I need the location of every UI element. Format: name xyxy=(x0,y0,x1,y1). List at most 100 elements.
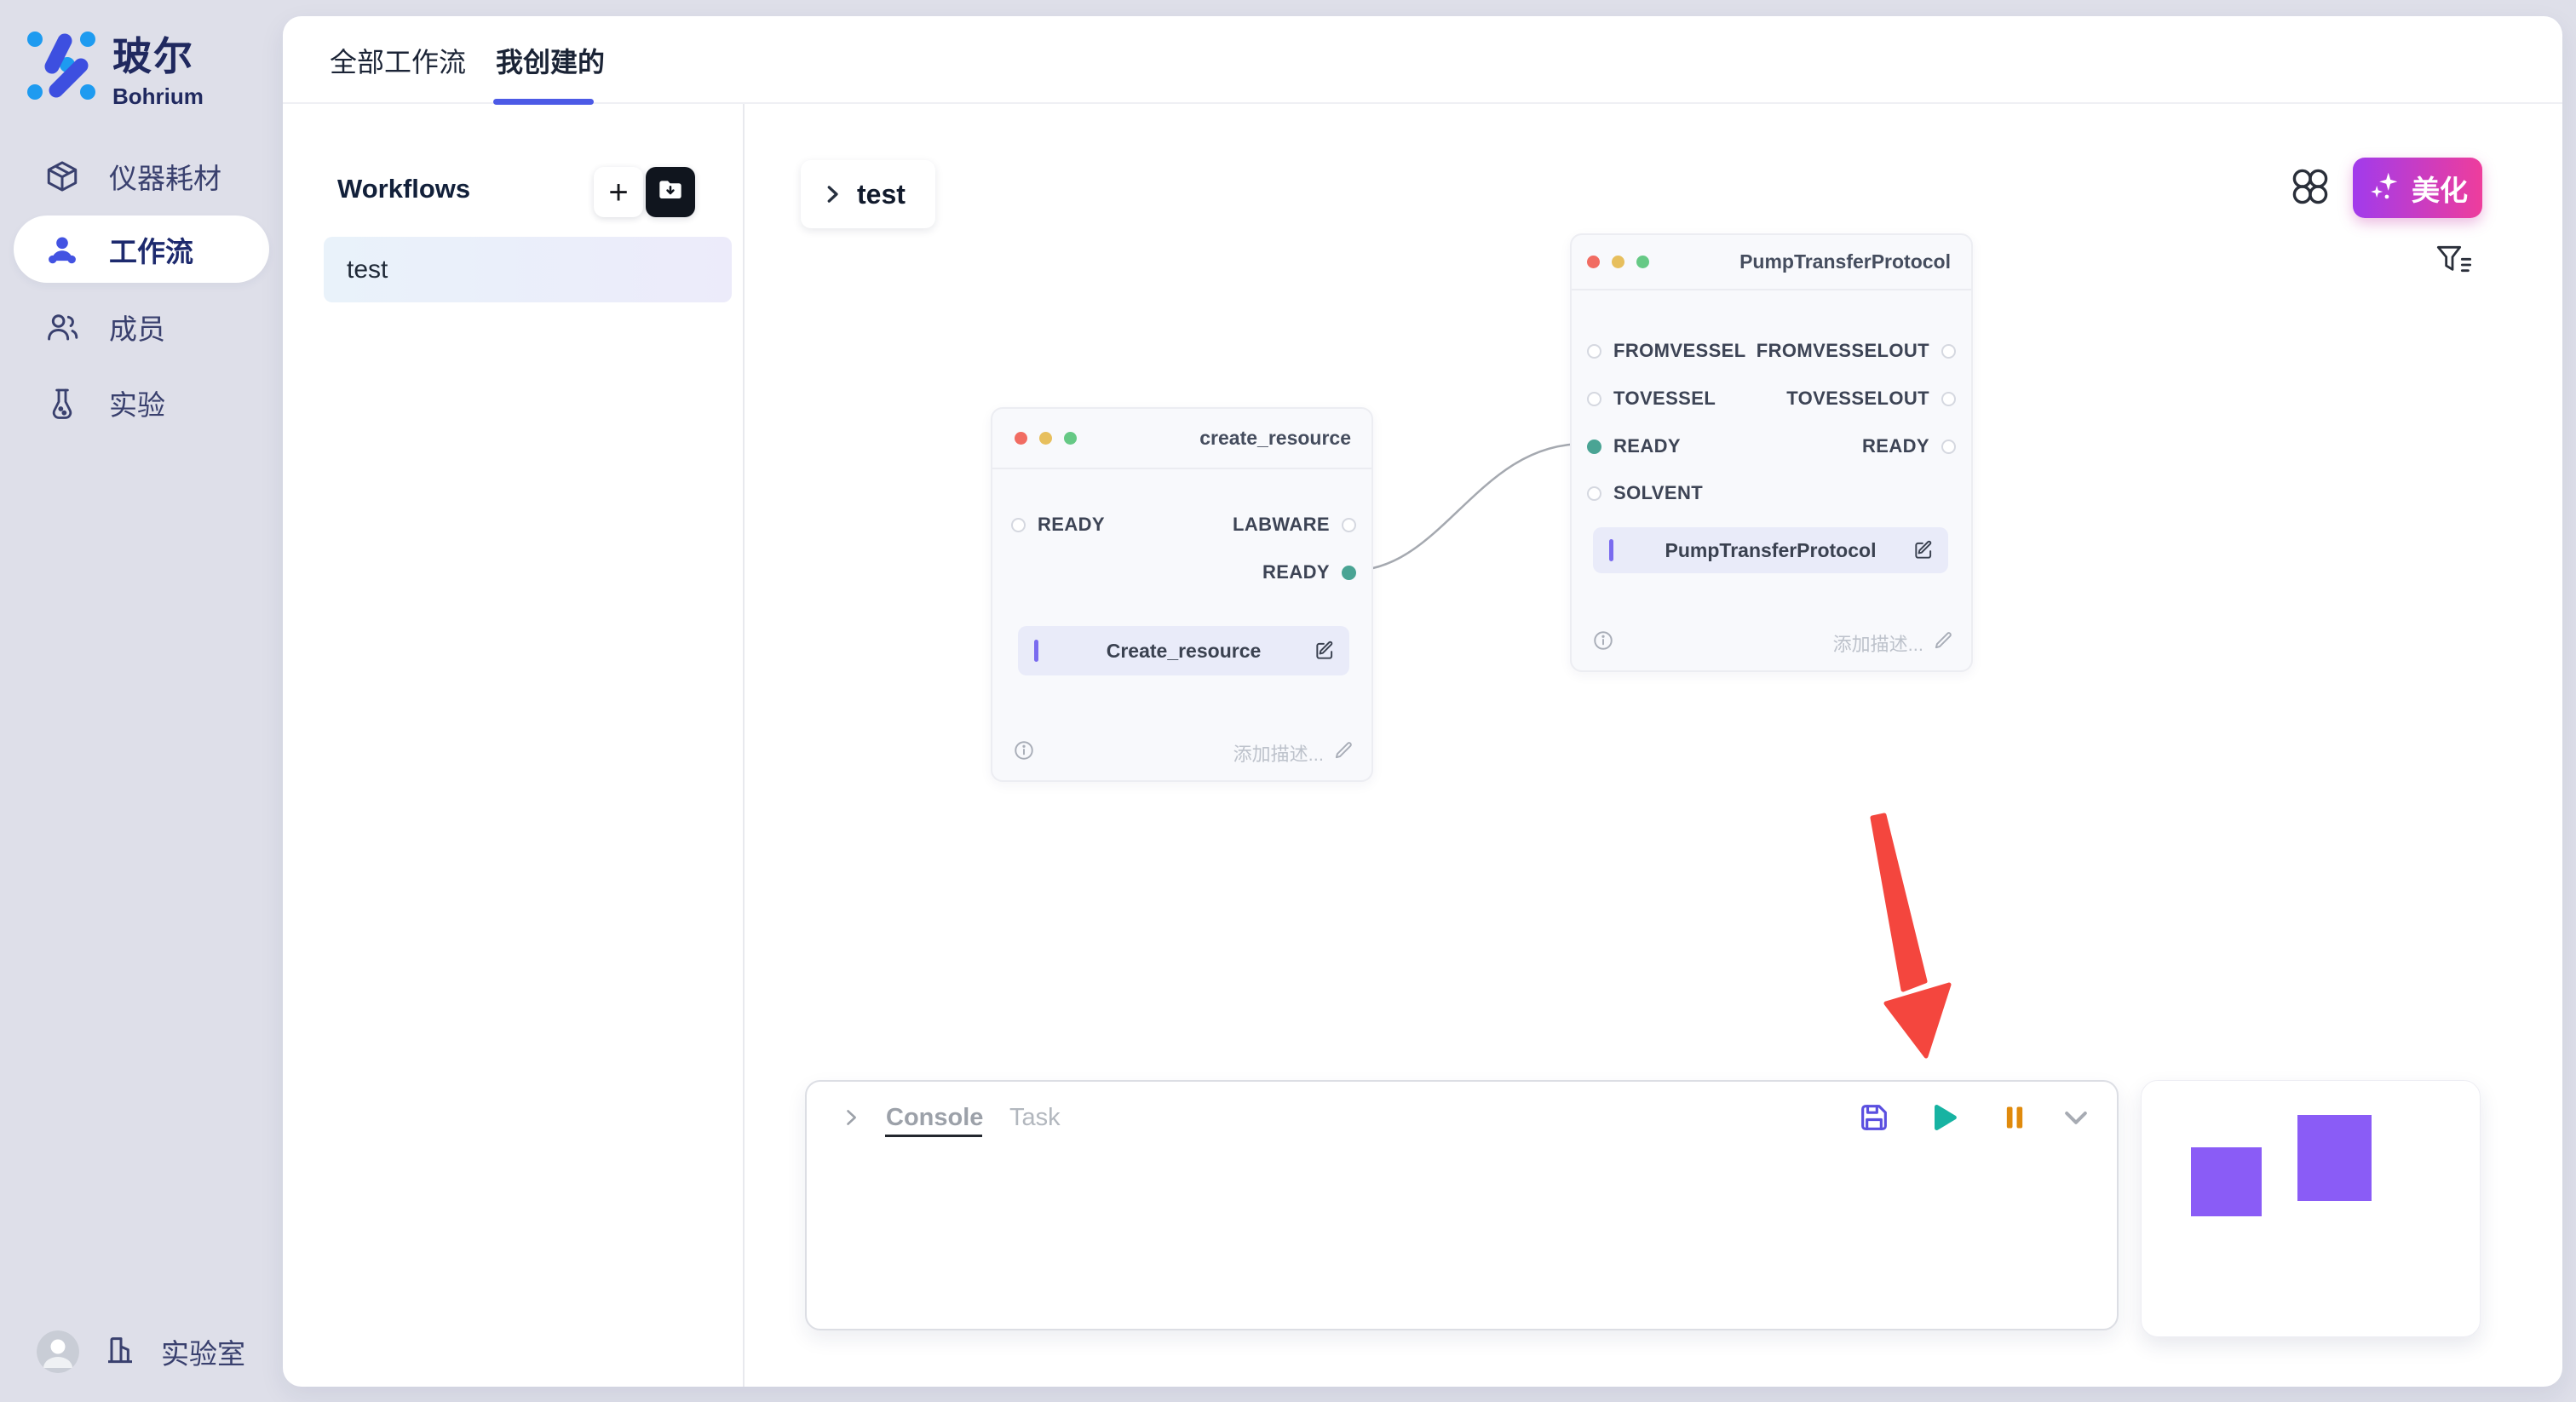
layout-apps-button[interactable] xyxy=(2289,167,2332,210)
pill-accent-bar xyxy=(1034,640,1038,662)
app-subtitle: Bohrium xyxy=(112,83,204,110)
workflow-list-item[interactable]: test xyxy=(324,237,732,302)
red-annotation-arrow xyxy=(1872,815,1949,1056)
sidebar-item-label: 实验 xyxy=(109,382,165,423)
pencil-icon[interactable] xyxy=(1932,629,1954,652)
filter-button[interactable] xyxy=(2435,244,2473,279)
pause-icon[interactable] xyxy=(1998,1100,2032,1135)
canvas-minimap[interactable] xyxy=(2141,1080,2481,1337)
console-tab-console[interactable]: Console xyxy=(886,1104,983,1132)
edit-icon[interactable] xyxy=(1314,640,1336,662)
console-tab-task[interactable]: Task xyxy=(1009,1104,1061,1132)
output-port-tovesselout[interactable]: TOVESSELOUT xyxy=(1786,388,1956,410)
node-footer: 添加描述... xyxy=(1572,628,1971,653)
port-dot[interactable] xyxy=(1587,344,1601,359)
pencil-icon[interactable] xyxy=(1332,739,1354,761)
node-title: PumpTransferProtocol xyxy=(1739,250,1951,273)
input-port-ready[interactable]: READY xyxy=(1011,514,1105,536)
node-header[interactable]: create_resource xyxy=(992,409,1371,469)
node-pump-transfer-protocol[interactable]: PumpTransferProtocol FROMVESSEL TOVESSEL… xyxy=(1570,233,1973,672)
port-dot[interactable] xyxy=(1587,440,1601,454)
bohrium-logo-icon xyxy=(24,29,99,106)
pill-label: Create_resource xyxy=(1018,640,1349,663)
port-dot[interactable] xyxy=(1941,344,1956,359)
output-port-ready[interactable]: READY xyxy=(1862,435,1956,457)
node-action-pill[interactable]: Create_resource xyxy=(1018,626,1349,675)
brand: 玻尔 Bohrium xyxy=(24,26,204,110)
pill-label: PumpTransferProtocol xyxy=(1593,539,1948,562)
info-icon[interactable] xyxy=(1013,739,1035,761)
building-icon xyxy=(103,1333,137,1371)
node-header[interactable]: PumpTransferProtocol xyxy=(1572,235,1971,290)
sidebar: 玻尔 Bohrium 仪器耗材 xyxy=(0,0,283,1402)
input-port-ready[interactable]: READY xyxy=(1587,435,1681,457)
beautify-button[interactable]: 美化 xyxy=(2353,158,2482,218)
members-icon xyxy=(44,309,80,345)
sidebar-item-label: 成员 xyxy=(109,307,165,348)
port-dot[interactable] xyxy=(1011,518,1026,532)
save-icon[interactable] xyxy=(1857,1100,1891,1135)
node-create-resource[interactable]: create_resource READY LABWARE READY Crea… xyxy=(991,407,1373,782)
edge-connection xyxy=(1351,444,1584,571)
output-port-ready[interactable]: READY xyxy=(1262,561,1356,583)
add-workflow-button[interactable]: + xyxy=(594,167,643,217)
port-dot[interactable] xyxy=(1342,518,1356,532)
workflow-canvas[interactable]: test 美化 xyxy=(745,104,2562,1387)
filter-icon xyxy=(2435,267,2473,282)
output-port-fromvesselout[interactable]: FROMVESSELOUT xyxy=(1757,340,1956,362)
sidebar-item-instruments[interactable]: 仪器耗材 xyxy=(0,145,283,208)
traffic-lights-icon xyxy=(1015,432,1077,445)
app-title: 玻尔 xyxy=(112,26,204,82)
tab-created-by-me[interactable]: 我创建的 xyxy=(496,16,605,104)
port-dot[interactable] xyxy=(1587,486,1601,501)
sidebar-item-members[interactable]: 成员 xyxy=(0,296,283,359)
description-placeholder[interactable]: 添加描述... xyxy=(1233,739,1324,767)
input-port-tovessel[interactable]: TOVESSEL xyxy=(1587,388,1716,410)
workspace-label[interactable]: 实验室 xyxy=(161,1331,245,1372)
port-dot[interactable] xyxy=(1941,440,1956,454)
sparkles-icon xyxy=(2367,169,2401,207)
tab-all-workflows[interactable]: 全部工作流 xyxy=(330,16,466,104)
chevron-right-icon[interactable] xyxy=(819,181,845,207)
edit-icon[interactable] xyxy=(1912,539,1935,561)
user-avatar[interactable] xyxy=(37,1330,79,1373)
node-action-pill[interactable]: PumpTransferProtocol xyxy=(1593,527,1948,573)
console-expand-icon[interactable] xyxy=(839,1106,863,1129)
chevron-down-icon[interactable] xyxy=(2059,1100,2093,1135)
header-tabs: 全部工作流 我创建的 xyxy=(283,16,2562,104)
sidebar-item-workflow[interactable]: 工作流 xyxy=(14,215,269,283)
info-icon[interactable] xyxy=(1592,629,1614,652)
beautify-label: 美化 xyxy=(2412,168,2468,209)
input-port-fromvessel[interactable]: FROMVESSEL xyxy=(1587,340,1746,362)
sidebar-footer: 实验室 xyxy=(37,1330,245,1373)
app-root: 玻尔 Bohrium 仪器耗材 xyxy=(0,0,2576,1402)
box-icon xyxy=(44,158,80,194)
sidebar-item-experiment[interactable]: 实验 xyxy=(0,371,283,434)
port-dot[interactable] xyxy=(1941,392,1956,406)
minimap-node xyxy=(2191,1147,2262,1216)
import-workflow-button[interactable] xyxy=(646,167,695,217)
sidebar-item-label: 工作流 xyxy=(109,229,193,270)
breadcrumb[interactable]: test xyxy=(801,160,935,228)
workflows-panel: Workflows + test xyxy=(283,104,745,1387)
workflow-icon xyxy=(44,232,80,267)
run-play-icon[interactable] xyxy=(1926,1100,1960,1135)
workflow-item-name: test xyxy=(347,256,388,284)
output-port-labware[interactable]: LABWARE xyxy=(1233,514,1356,536)
main-card: 全部工作流 我创建的 Workflows + xyxy=(283,16,2562,1387)
experiment-icon xyxy=(44,385,80,421)
description-placeholder[interactable]: 添加描述... xyxy=(1833,629,1923,657)
plus-icon: + xyxy=(608,175,628,210)
port-dot[interactable] xyxy=(1342,566,1356,580)
folder-download-icon xyxy=(657,176,684,208)
node-title: create_resource xyxy=(1199,427,1351,450)
breadcrumb-label: test xyxy=(857,179,906,210)
traffic-lights-icon xyxy=(1587,256,1649,268)
console-panel: Console Task xyxy=(805,1080,2119,1330)
pill-accent-bar xyxy=(1609,539,1613,561)
minimap-node xyxy=(2297,1115,2372,1201)
port-dot[interactable] xyxy=(1587,392,1601,406)
node-footer: 添加描述... xyxy=(992,738,1371,763)
input-port-solvent[interactable]: SOLVENT xyxy=(1587,482,1703,504)
console-active-underline xyxy=(885,1135,982,1137)
